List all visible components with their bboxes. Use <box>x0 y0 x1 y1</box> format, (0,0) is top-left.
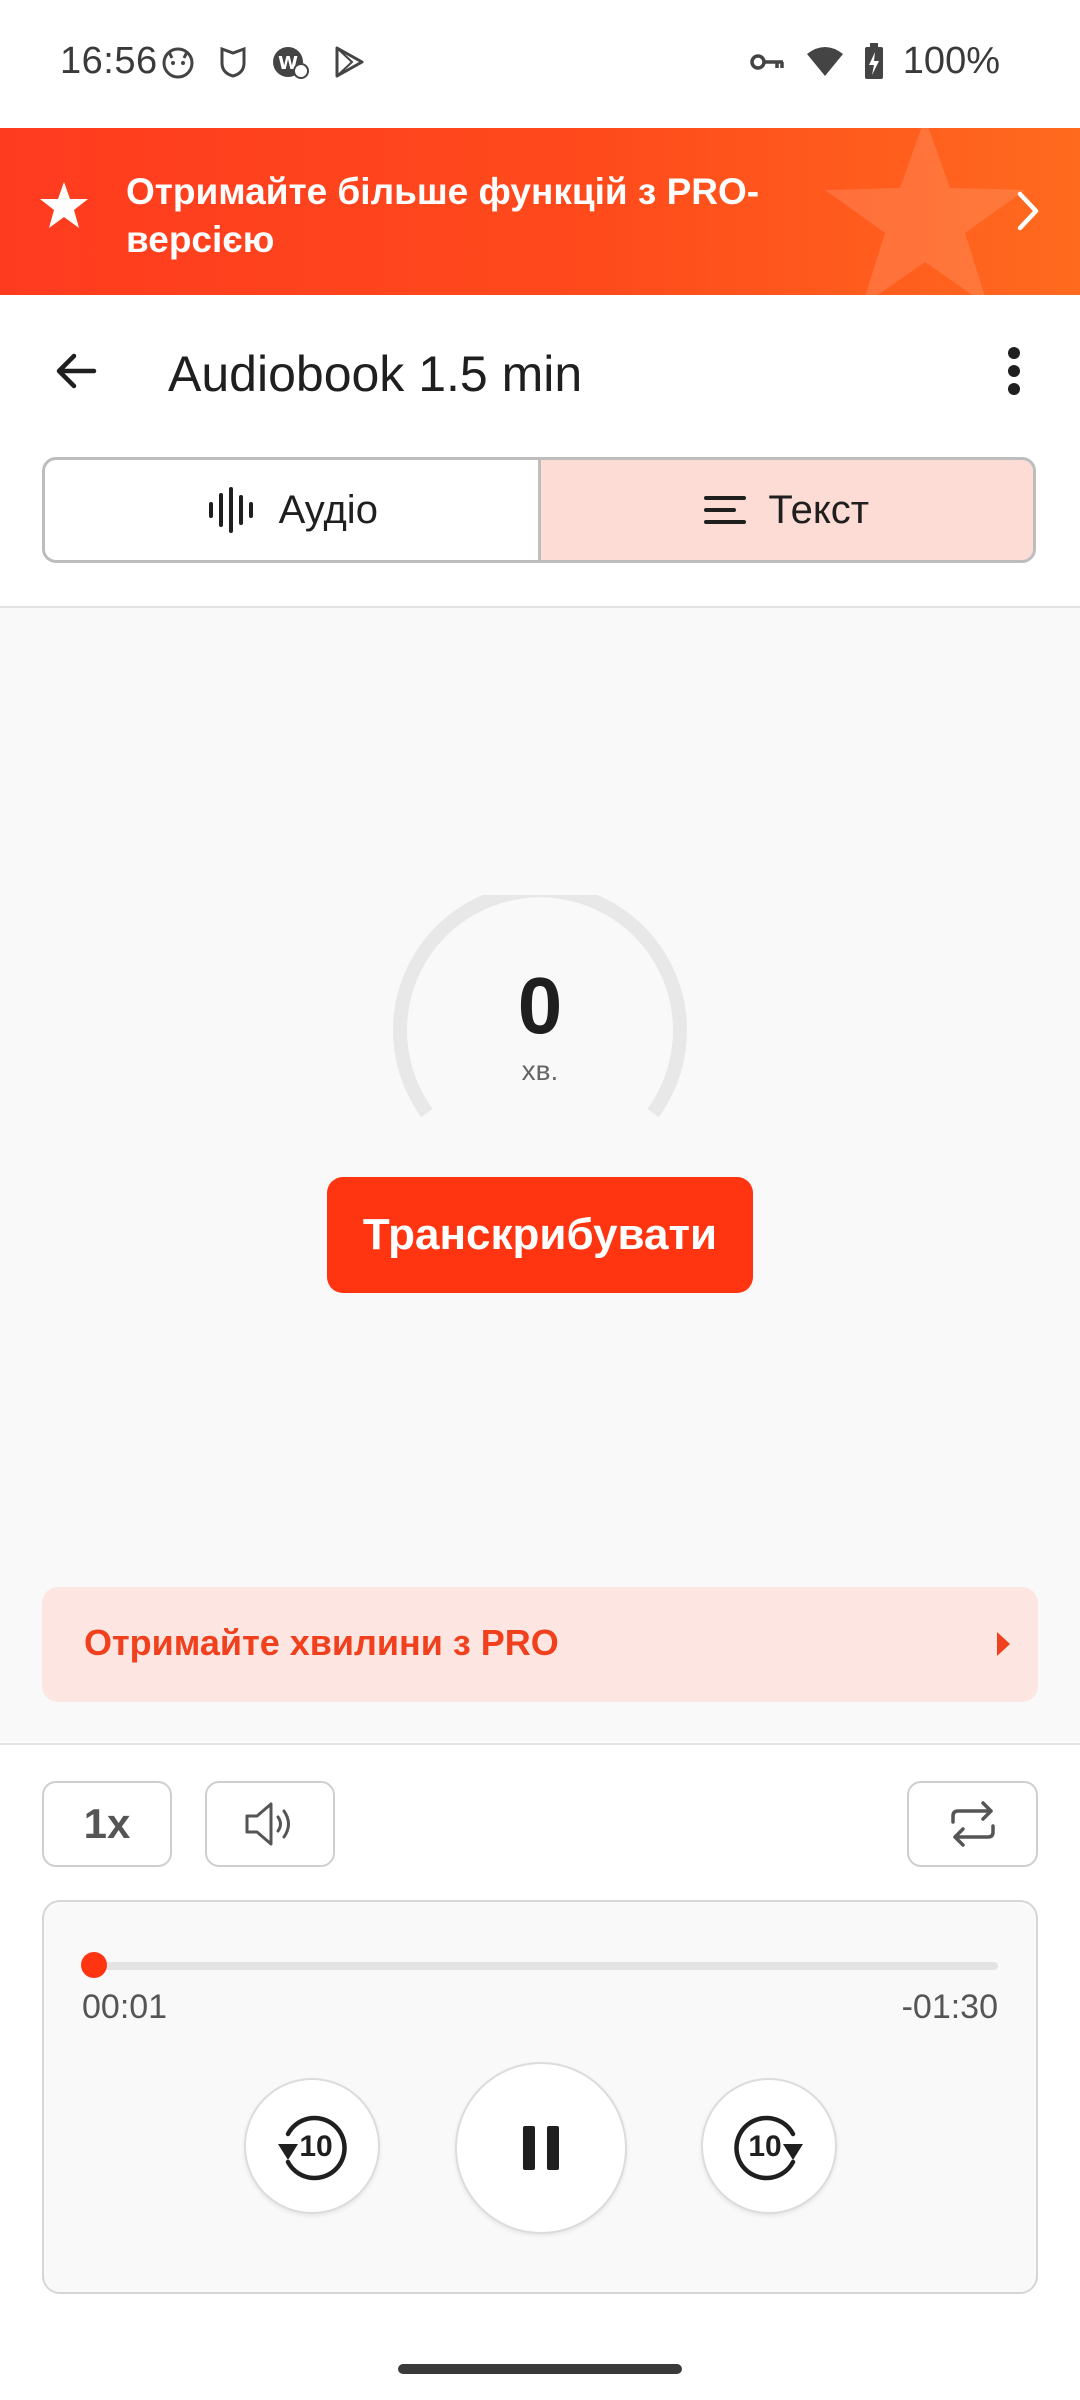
more-vert-icon <box>1008 347 1020 395</box>
wifi-icon <box>806 46 843 76</box>
seek-thumb[interactable] <box>81 1952 108 1978</box>
status-bar: 16:56 W 100% <box>0 0 1080 128</box>
forward-10-button[interactable]: 10 <box>701 2078 837 2214</box>
pro-upgrade-banner[interactable]: Отримайте більше функцій з PRO-версією <box>0 128 1080 295</box>
time-remaining: -01:30 <box>901 1988 998 2026</box>
status-icons-right: 100% <box>749 40 1000 83</box>
star-icon <box>40 182 88 228</box>
audio-player: 00:01 -01:30 10 10 <box>42 1900 1038 2294</box>
rewind-10-button[interactable]: 10 <box>244 2078 380 2214</box>
waveform-icon <box>208 487 253 533</box>
svg-text:10: 10 <box>299 2130 332 2163</box>
volume-button[interactable] <box>205 1781 335 1867</box>
more-options-button[interactable] <box>978 335 1050 407</box>
home-indicator[interactable] <box>398 2364 682 2374</box>
transcription-panel <box>0 608 1080 1742</box>
star-background-icon <box>825 128 1025 295</box>
text-lines-icon <box>704 496 747 524</box>
repeat-icon <box>950 1801 995 1847</box>
arrow-left-icon <box>56 353 97 389</box>
seek-bar[interactable] <box>81 1952 998 1978</box>
play-store-icon <box>335 46 364 78</box>
divider <box>0 1743 1080 1745</box>
rewind-10-icon: 10 <box>278 2115 347 2181</box>
tab-audio-label: Аудіо <box>278 487 378 532</box>
forward-10-icon: 10 <box>734 2115 803 2181</box>
battery-percentage: 100% <box>902 40 1000 82</box>
volume-icon <box>245 1802 290 1846</box>
tab-text-label: Текст <box>768 487 870 532</box>
time-elapsed: 00:01 <box>82 1988 168 2026</box>
caret-right-icon <box>997 1632 1010 1656</box>
status-icons-left: W <box>160 44 366 80</box>
pause-icon <box>523 2126 559 2170</box>
tab-audio[interactable]: Аудіо <box>45 460 538 560</box>
get-pro-minutes-banner[interactable]: Отримайте хвилини з PRO <box>42 1587 1038 1702</box>
tab-text[interactable]: Текст <box>537 460 1033 560</box>
chevron-right-icon <box>1017 191 1039 231</box>
promo-text: Отримайте більше функцій з PRO-версією <box>126 171 760 260</box>
playback-speed-button[interactable]: 1x <box>42 1781 172 1867</box>
wallet-check-icon: W <box>273 47 309 79</box>
transcribe-button[interactable]: Транскрибувати <box>327 1177 753 1293</box>
get-pro-minutes-label: Отримайте хвилини з PRO <box>84 1622 559 1663</box>
shield-icon <box>220 46 246 78</box>
minutes-value: 0 <box>517 961 563 1050</box>
pause-button[interactable] <box>455 2062 627 2234</box>
repeat-button[interactable] <box>907 1781 1038 1867</box>
top-app-bar: Audiobook 1.5 min <box>0 295 1080 455</box>
vpn-key-icon <box>750 53 784 70</box>
back-button[interactable] <box>40 335 112 407</box>
view-toggle: Аудіо Текст <box>42 457 1036 563</box>
svg-text:10: 10 <box>748 2130 781 2163</box>
cat-face-icon <box>162 47 194 79</box>
page-title: Audiobook 1.5 min <box>168 346 583 402</box>
minutes-unit: хв. <box>521 1055 559 1086</box>
battery-charging-icon <box>864 42 883 79</box>
status-time: 16:56 <box>60 40 158 82</box>
